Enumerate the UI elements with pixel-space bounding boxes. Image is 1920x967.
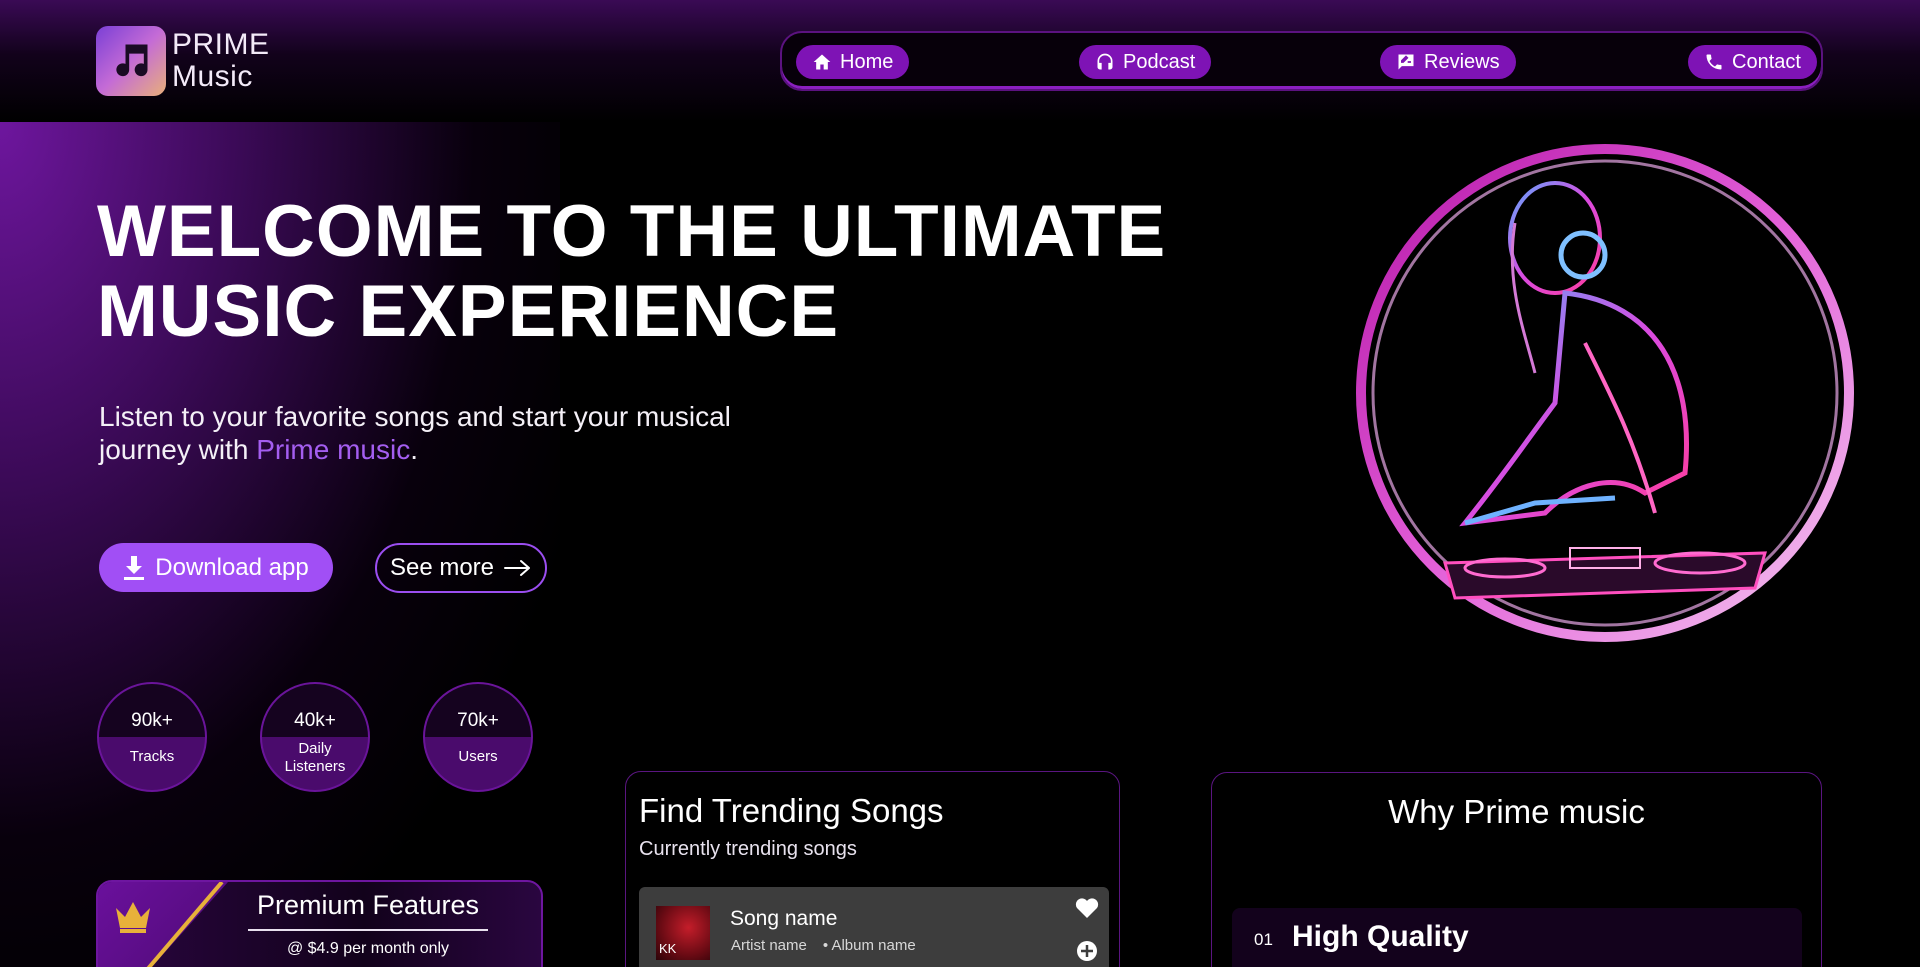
add-circle-icon[interactable] <box>1075 939 1099 963</box>
hero-title-line2: MUSIC EXPERIENCE <box>97 271 840 352</box>
song-artist: Artist name <box>731 937 807 954</box>
trending-songs-card: Find Trending Songs Currently trending s… <box>625 771 1120 967</box>
stat-listeners: 40k+ Daily Listeners <box>260 682 370 792</box>
feature-number: 01 <box>1254 930 1273 949</box>
stat-users-label: Users <box>458 748 498 765</box>
hero-subtitle-suffix: . <box>410 434 418 465</box>
trending-subtitle: Currently trending songs <box>639 838 857 860</box>
stat-listeners-label-line1: Daily <box>298 740 332 757</box>
phone-icon <box>1706 54 1722 70</box>
review-icon <box>1398 54 1414 70</box>
music-note-icon <box>96 26 166 96</box>
nav-podcast-label: Podcast <box>1123 50 1196 73</box>
hero-subtitle-line1: Listen to your favorite songs and start … <box>99 401 731 432</box>
feature-name: High Quality <box>1292 920 1469 953</box>
brand-name-line2: Music <box>172 60 253 93</box>
see-more-label: See more <box>389 554 495 581</box>
main-nav: Home Podcast Reviews Contact <box>780 31 1823 91</box>
site-header: PRIME Music Home Podcast Reviews Contact <box>0 0 1920 122</box>
nav-reviews-label: Reviews <box>1424 50 1500 73</box>
download-app-label: Download app <box>155 553 309 581</box>
stat-listeners-label-line2: Listeners <box>284 758 346 775</box>
album-art-text: KK <box>659 941 677 956</box>
nav-podcast[interactable]: Podcast <box>1079 45 1212 79</box>
nav-home-label: Home <box>840 50 894 73</box>
premium-price: @ $4.9 per month only <box>286 940 450 957</box>
hero-title: WELCOME TO THE ULTIMATE MUSIC EXPERIENCE <box>97 192 1197 352</box>
nav-home[interactable]: Home <box>796 45 910 79</box>
hero-title-line1: WELCOME TO THE ULTIMATE <box>97 191 1167 272</box>
nav-contact-label: Contact <box>1732 50 1801 73</box>
headphones-icon <box>1097 53 1113 70</box>
stat-tracks: 90k+ Tracks <box>97 682 207 792</box>
feature-item[interactable]: 01 High Quality <box>1232 908 1802 967</box>
home-icon <box>813 54 831 70</box>
download-icon <box>124 555 145 580</box>
song-row[interactable]: KK Song name Artist name Album name <box>639 887 1109 967</box>
song-meta: Artist name Album name <box>731 937 916 954</box>
dj-hero-image <box>1356 144 1854 642</box>
stat-listeners-value: 40k+ <box>294 710 336 731</box>
hero-subtitle: Listen to your favorite songs and start … <box>99 400 819 466</box>
album-art: KK <box>656 906 710 960</box>
premium-title: Premium Features <box>248 890 488 931</box>
brand-name-line1: PRIME <box>172 28 270 61</box>
hero-subtitle-accent-link[interactable]: Prime music <box>256 434 410 465</box>
why-title: Why Prime music <box>1388 793 1645 830</box>
stat-users: 70k+ Users <box>423 682 533 792</box>
stat-tracks-value: 90k+ <box>131 710 173 731</box>
stat-tracks-label: Tracks <box>129 748 175 765</box>
arrow-right-icon <box>504 560 531 576</box>
trending-title: Find Trending Songs <box>639 792 944 829</box>
download-app-button[interactable]: Download app <box>99 543 333 592</box>
song-name: Song name <box>730 907 838 930</box>
crown-icon <box>116 902 150 933</box>
stat-listeners-label: Daily Listeners <box>262 740 368 776</box>
brand-logo[interactable]: PRIME Music <box>96 26 270 96</box>
premium-features-card[interactable]: Premium Features @ $4.9 per month only <box>96 880 543 967</box>
why-prime-card: Why Prime music 01 High Quality <box>1211 772 1822 967</box>
nav-contact[interactable]: Contact <box>1688 45 1817 79</box>
see-more-button[interactable]: See more <box>375 543 547 593</box>
stat-users-value: 70k+ <box>457 710 499 731</box>
heart-icon[interactable] <box>1075 897 1099 919</box>
hero-subtitle-line2: journey with <box>99 434 257 465</box>
song-album: Album name <box>823 937 915 954</box>
nav-reviews[interactable]: Reviews <box>1380 45 1516 79</box>
